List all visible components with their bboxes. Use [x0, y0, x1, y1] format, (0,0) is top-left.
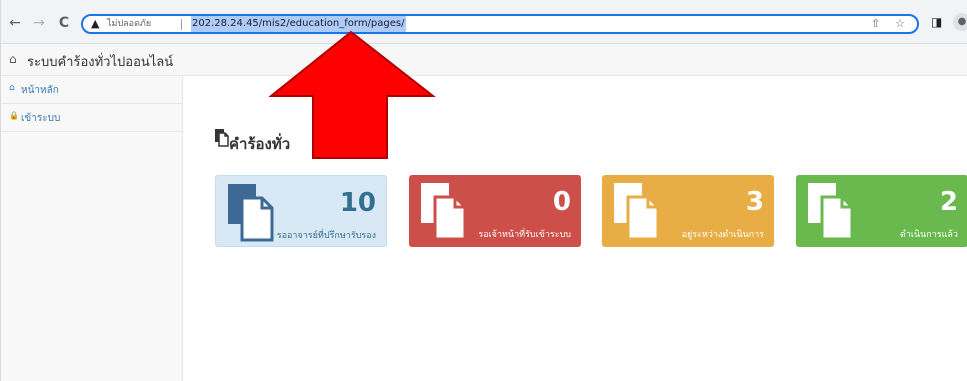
sidebar: ⌂ หน้าหลัก 🔒 เข้าระบบ — [1, 76, 183, 381]
app-header: ⌂ ระบบคำร้องทั่วไปออนไลน์ — [1, 44, 967, 76]
document-icon — [228, 184, 274, 242]
card-count: 10 — [339, 188, 376, 218]
share-icon[interactable]: ⇧ — [871, 17, 880, 31]
home-icon: ⌂ — [9, 83, 15, 93]
card-count: 0 — [552, 187, 571, 217]
sidebar-item-label: หน้าหลัก — [21, 85, 59, 96]
status-card-advisor[interactable]: 10 รออาจารย์ที่ปรึกษารับรอง — [215, 175, 387, 247]
document-icon — [215, 129, 229, 147]
bookmark-star-icon[interactable]: ☆ — [895, 17, 905, 31]
forward-arrow-icon[interactable]: → — [31, 15, 47, 31]
status-card-in-progress[interactable]: 3 อยู่ระหว่างดำเนินการ — [602, 175, 774, 247]
annotation-arrow-icon — [269, 30, 436, 159]
sidebar-item-home[interactable]: ⌂ หน้าหลัก — [1, 76, 182, 104]
card-label: รอเจ้าหน้าที่รับเข้าระบบ — [478, 230, 571, 240]
status-card-pending-staff[interactable]: 0 รอเจ้าหน้าที่รับเข้าระบบ — [409, 175, 581, 247]
card-count: 2 — [939, 187, 958, 217]
document-icon — [808, 183, 854, 241]
warning-icon[interactable]: ▲ — [91, 17, 103, 30]
sidebar-item-label: เข้าระบบ — [21, 113, 61, 124]
app-title[interactable]: ระบบคำร้องทั่วไปออนไลน์ — [27, 51, 173, 72]
security-label[interactable]: ไม่ปลอดภัย — [107, 17, 151, 31]
omnibox-separator — [181, 19, 182, 30]
card-count: 3 — [745, 187, 764, 217]
document-icon — [421, 183, 467, 241]
sidebar-item-login[interactable]: 🔒 เข้าระบบ — [1, 104, 182, 132]
card-label: ดำเนินการแล้ว — [900, 230, 958, 240]
side-panel-icon[interactable]: ◨ — [931, 14, 942, 30]
profile-avatar-icon[interactable]: ● — [953, 13, 967, 31]
browser-toolbar: ← → C ▲ ไม่ปลอดภัย 202.28.24.45/mis2/edu… — [1, 0, 967, 44]
reload-icon[interactable]: C — [56, 15, 72, 31]
card-label: อยู่ระหว่างดำเนินการ — [681, 230, 764, 240]
status-card-completed[interactable]: 2 ดำเนินการแล้ว — [796, 175, 967, 247]
home-icon: ⌂ — [9, 52, 17, 66]
screenshot-frame: ← → C ▲ ไม่ปลอดภัย 202.28.24.45/mis2/edu… — [0, 0, 967, 381]
document-icon — [614, 183, 660, 241]
address-bar[interactable]: ▲ ไม่ปลอดภัย 202.28.24.45/mis2/education… — [81, 14, 919, 34]
card-label: รออาจารย์ที่ปรึกษารับรอง — [276, 231, 376, 241]
back-arrow-icon[interactable]: ← — [7, 15, 23, 31]
lock-icon: 🔒 — [9, 111, 19, 120]
